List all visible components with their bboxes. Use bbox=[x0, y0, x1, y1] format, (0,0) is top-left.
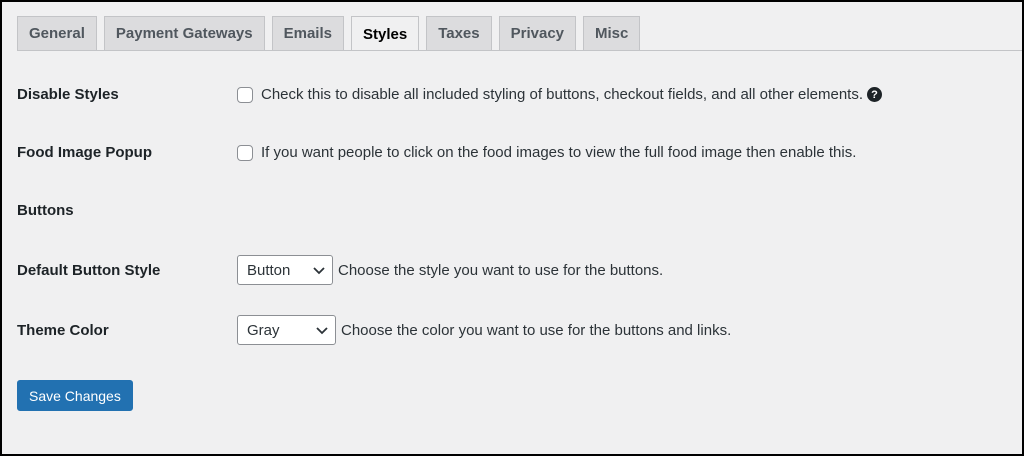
food-image-popup-label: Food Image Popup bbox=[17, 144, 152, 161]
food-image-popup-description: If you want people to click on the food … bbox=[261, 144, 857, 161]
disable-styles-description: Check this to disable all included styli… bbox=[261, 86, 864, 103]
default-button-style-field: Button Choose the style you want to use … bbox=[237, 255, 663, 285]
help-icon[interactable]: ? bbox=[867, 87, 883, 102]
food-image-popup-field: If you want people to click on the food … bbox=[237, 144, 856, 161]
tab-styles[interactable]: Styles bbox=[351, 16, 420, 51]
row-default-button-style: Default Button Style Button Choose the s… bbox=[17, 255, 1002, 285]
default-button-style-description: Choose the style you want to use for the… bbox=[338, 261, 664, 279]
default-button-style-select[interactable]: Button bbox=[237, 255, 333, 285]
theme-color-value: Gray bbox=[247, 321, 280, 339]
disable-styles-label: Disable Styles bbox=[17, 86, 119, 103]
theme-color-field: Gray Choose the color you want to use fo… bbox=[237, 315, 731, 345]
food-image-popup-checkbox[interactable] bbox=[237, 144, 253, 161]
tab-general[interactable]: General bbox=[17, 16, 97, 50]
row-disable-styles: Disable Styles Check this to disable all… bbox=[17, 86, 1002, 103]
settings-panel: General Payment Gateways Emails Styles T… bbox=[2, 2, 1022, 454]
row-food-image-popup: Food Image Popup If you want people to c… bbox=[17, 144, 1002, 161]
disable-styles-checkbox[interactable] bbox=[237, 86, 253, 103]
theme-color-select[interactable]: Gray bbox=[237, 315, 336, 345]
tab-misc[interactable]: Misc bbox=[583, 16, 641, 50]
tab-privacy[interactable]: Privacy bbox=[498, 16, 577, 50]
tab-divider bbox=[17, 50, 1022, 51]
chevron-down-icon bbox=[315, 323, 329, 337]
row-buttons-heading: Buttons bbox=[17, 202, 1002, 219]
chevron-down-icon bbox=[312, 263, 326, 277]
default-button-style-value: Button bbox=[247, 261, 291, 279]
theme-color-label: Theme Color bbox=[17, 321, 109, 339]
settings-tabs: General Payment Gateways Emails Styles T… bbox=[17, 16, 641, 51]
row-theme-color: Theme Color Gray Choose the color you wa… bbox=[17, 315, 1002, 345]
tab-emails[interactable]: Emails bbox=[271, 16, 344, 50]
disable-styles-field: Check this to disable all included styli… bbox=[237, 86, 883, 103]
theme-color-description: Choose the color you want to use for the… bbox=[341, 321, 732, 339]
buttons-heading: Buttons bbox=[17, 202, 74, 219]
default-button-style-label: Default Button Style bbox=[17, 261, 161, 279]
tab-taxes[interactable]: Taxes bbox=[426, 16, 492, 50]
tab-payment-gateways[interactable]: Payment Gateways bbox=[103, 16, 265, 50]
save-changes-button[interactable]: Save Changes bbox=[17, 380, 133, 411]
